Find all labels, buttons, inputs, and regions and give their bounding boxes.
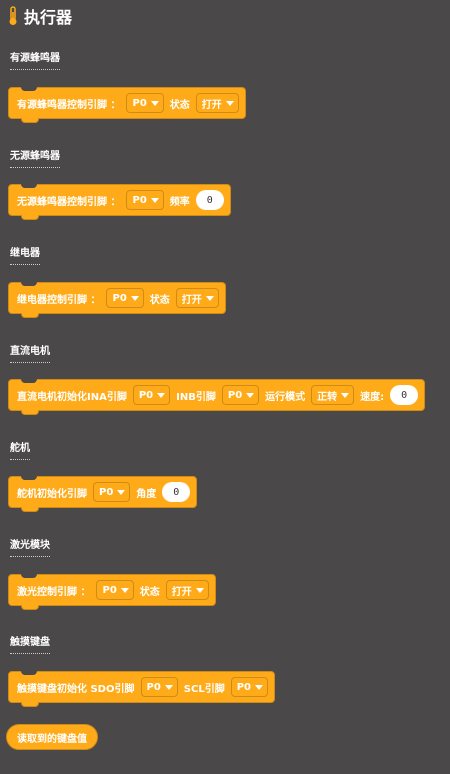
pin-value: P0 [236,681,252,693]
block-text: 角度 [136,488,157,500]
chevron-down-icon [246,392,255,398]
state-value: 打开 [201,99,222,111]
chevron-down-icon [120,587,129,593]
section-label-relay: 继电器 [10,244,40,265]
section-label-active-buzzer: 有源蜂鸣器 [10,49,60,70]
section-label-passive-buzzer: 无源蜂鸣器 [10,147,60,168]
state-value: 打开 [171,586,192,598]
pin-dropdown[interactable]: P0 [93,482,131,502]
pin-value: P0 [227,389,243,401]
thermometer-icon [9,6,17,25]
state-dropdown[interactable]: 打开 [165,580,209,600]
state-dropdown[interactable]: 打开 [175,288,219,308]
block-text: 频率 [169,196,190,208]
touch-keypad-init-block[interactable]: 触摸键盘初始化 SDO引脚 P0 SCL引脚 P0 [8,671,276,707]
block-text: 状态 [169,99,190,111]
category-title: 执行器 [24,8,73,27]
pin-value: P0 [146,681,161,693]
chevron-down-icon [130,295,139,301]
sdo-pin-dropdown[interactable]: P0 [140,677,178,697]
chevron-down-icon [164,684,173,690]
pin-value: P0 [132,97,147,109]
ina-pin-dropdown[interactable]: P0 [132,385,171,405]
chevron-down-icon [157,392,166,398]
state-value: 打开 [181,294,202,306]
section-label-dc-motor: 直流电机 [10,342,50,363]
pin-dropdown[interactable]: P0 [96,580,134,600]
servo-block[interactable]: 舵机初始化引脚 P0 角度 0 [8,476,198,512]
block-text: 有源蜂鸣器控制引脚 ： [17,99,121,111]
block-text: 状态 [139,586,160,598]
mode-dropdown[interactable]: 正转 [311,385,355,405]
block-text: 舵机初始化引脚 [17,488,87,500]
passive-buzzer-block[interactable]: 无源蜂鸣器控制引脚 ： P0 频率 0 [8,184,231,220]
pin-value: P0 [99,486,114,498]
chevron-down-icon [195,587,204,593]
block-text: 状态 [149,294,170,306]
block-text: 触摸键盘初始化 SDO引脚 [17,683,135,695]
relay-block[interactable]: 继电器控制引脚 ： P0 状态 打开 [8,282,226,318]
chevron-down-icon [117,489,126,495]
active-buzzer-block[interactable]: 有源蜂鸣器控制引脚 ： P0 状态 打开 [8,87,246,123]
chevron-down-icon [255,684,264,690]
category-header: 执行器 [8,4,72,28]
block-text: 无源蜂鸣器控制引脚 ： [17,196,121,208]
pin-value: P0 [138,389,154,401]
chevron-down-icon [205,295,214,301]
pin-value: P0 [102,584,117,596]
speed-input[interactable]: 0 [390,385,419,405]
pin-dropdown[interactable]: P0 [126,93,164,113]
laser-block[interactable]: 激光控制引脚 ： P0 状态 打开 [8,574,216,610]
pin-dropdown[interactable]: P0 [106,288,144,308]
block-text: SCL引脚 [183,683,225,695]
block-text: 运行模式 [265,391,306,403]
pin-value: P0 [132,194,147,206]
section-label-touch-keypad: 触摸键盘 [10,633,50,654]
chevron-down-icon [341,392,350,398]
read-keypad-value-block[interactable]: 读取到的键盘值 [6,724,98,750]
chevron-down-icon [150,197,159,203]
section-label-servo: 舵机 [10,439,30,460]
chevron-down-icon [225,100,234,106]
block-text: 直流电机初始化INA引脚 [17,391,127,403]
block-text: INB引脚 [176,391,216,403]
block-text: 激光控制引脚 ： [17,586,91,598]
chevron-down-icon [150,100,159,106]
mode-value: 正转 [317,391,338,403]
pin-value: P0 [112,292,127,304]
state-dropdown[interactable]: 打开 [195,93,239,113]
section-label-laser: 激光模块 [10,536,50,557]
angle-input[interactable]: 0 [162,482,191,502]
dc-motor-block[interactable]: 直流电机初始化INA引脚 P0 INB引脚 P0 运行模式 正转 速度: 0 [8,379,426,415]
pin-dropdown[interactable]: P0 [126,190,164,210]
scl-pin-dropdown[interactable]: P0 [230,677,269,697]
frequency-input[interactable]: 0 [195,190,224,210]
inb-pin-dropdown[interactable]: P0 [221,385,260,405]
block-text: 读取到的键盘值 [17,733,87,745]
block-text: 继电器控制引脚 ： [17,294,101,306]
block-text: 速度: [360,391,385,403]
